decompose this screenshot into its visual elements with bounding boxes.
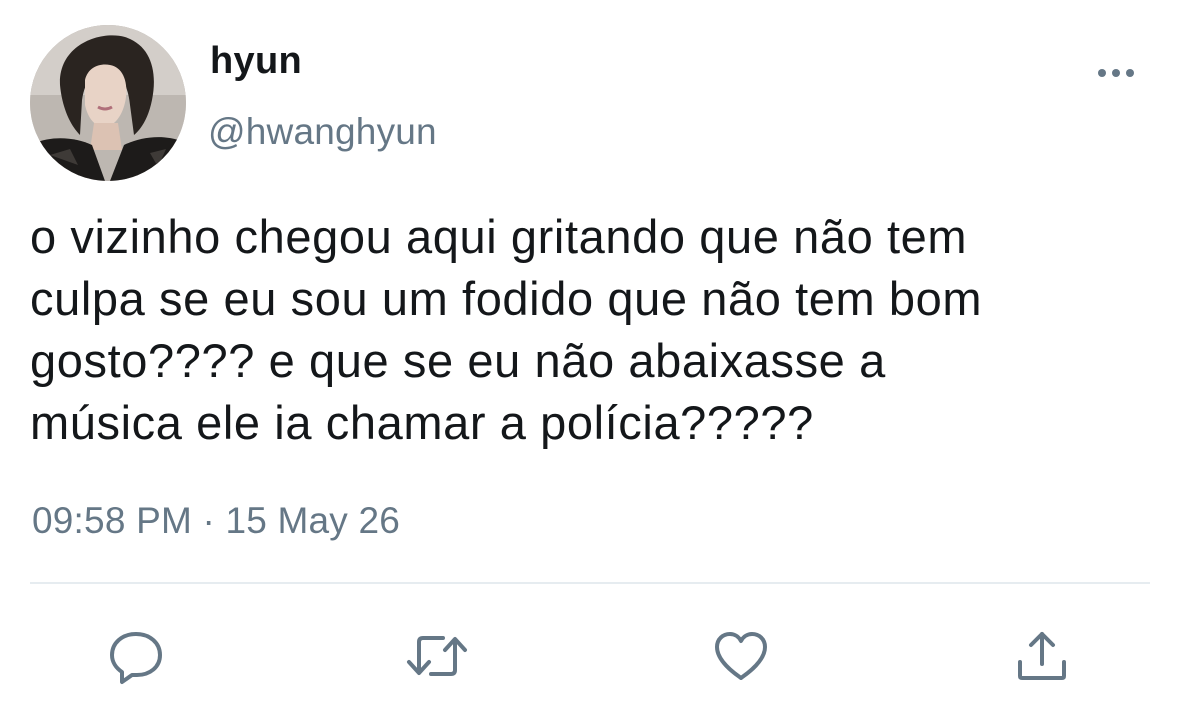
- share-upload-icon: [1018, 632, 1066, 680]
- speech-bubble-icon: [110, 632, 162, 684]
- avatar[interactable]: [30, 25, 186, 181]
- tweet-text: o vizinho chegou aqui gritando que não t…: [30, 210, 983, 449]
- heart-icon: [715, 632, 767, 680]
- reply-button[interactable]: [104, 624, 168, 688]
- tweet-timestamp[interactable]: 09:58 PM · 15 May 26: [32, 500, 400, 542]
- retweet-button[interactable]: [405, 624, 469, 688]
- share-button[interactable]: [1010, 624, 1074, 688]
- retweet-icon: [407, 636, 467, 676]
- display-name[interactable]: hyun: [210, 40, 302, 83]
- user-handle[interactable]: @hwanghyun: [208, 111, 437, 153]
- ellipsis-icon: [1098, 69, 1134, 77]
- like-button[interactable]: [709, 624, 773, 688]
- tweet-card: hyun @hwanghyun o vizinho chegou aqui gr…: [0, 0, 1179, 719]
- avatar-photo: [30, 25, 186, 181]
- more-options-button[interactable]: [1093, 58, 1139, 88]
- divider: [30, 582, 1150, 584]
